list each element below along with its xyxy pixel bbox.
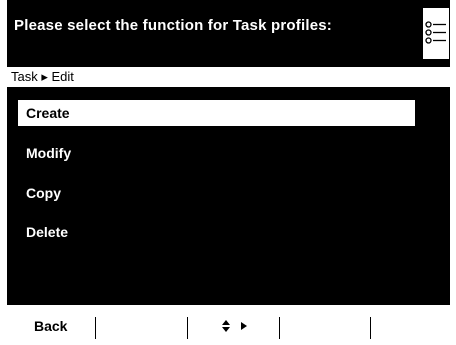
breadcrumb: Task ▸ Edit xyxy=(7,67,450,87)
menu-item-copy[interactable]: Copy xyxy=(18,180,415,206)
breadcrumb-text: Task ▸ Edit xyxy=(11,69,74,84)
softkey-2[interactable] xyxy=(96,305,184,345)
page-title: Please select the function for Task prof… xyxy=(14,17,332,34)
menu-item-label: Create xyxy=(26,105,70,121)
menu-item-delete[interactable]: Delete xyxy=(18,219,415,245)
menu-item-modify[interactable]: Modify xyxy=(18,140,415,166)
back-button-label: Back xyxy=(34,318,68,334)
menu-item-label: Modify xyxy=(26,145,72,161)
menu-item-create[interactable]: Create xyxy=(18,100,415,126)
list-icon[interactable] xyxy=(423,8,449,59)
menu-item-label: Copy xyxy=(26,185,61,201)
navigate-button[interactable] xyxy=(188,305,276,345)
softkey-bar: Back xyxy=(7,305,450,345)
header: Please select the function for Task prof… xyxy=(7,0,450,64)
right-arrow-icon xyxy=(241,322,247,330)
device-screen: Please select the function for Task prof… xyxy=(7,0,450,345)
menu-item-label: Delete xyxy=(26,224,69,240)
softkey-5[interactable] xyxy=(371,305,450,345)
back-button[interactable]: Back xyxy=(7,305,95,345)
up-down-arrows-icon xyxy=(222,320,230,332)
softkey-4[interactable] xyxy=(280,305,368,345)
